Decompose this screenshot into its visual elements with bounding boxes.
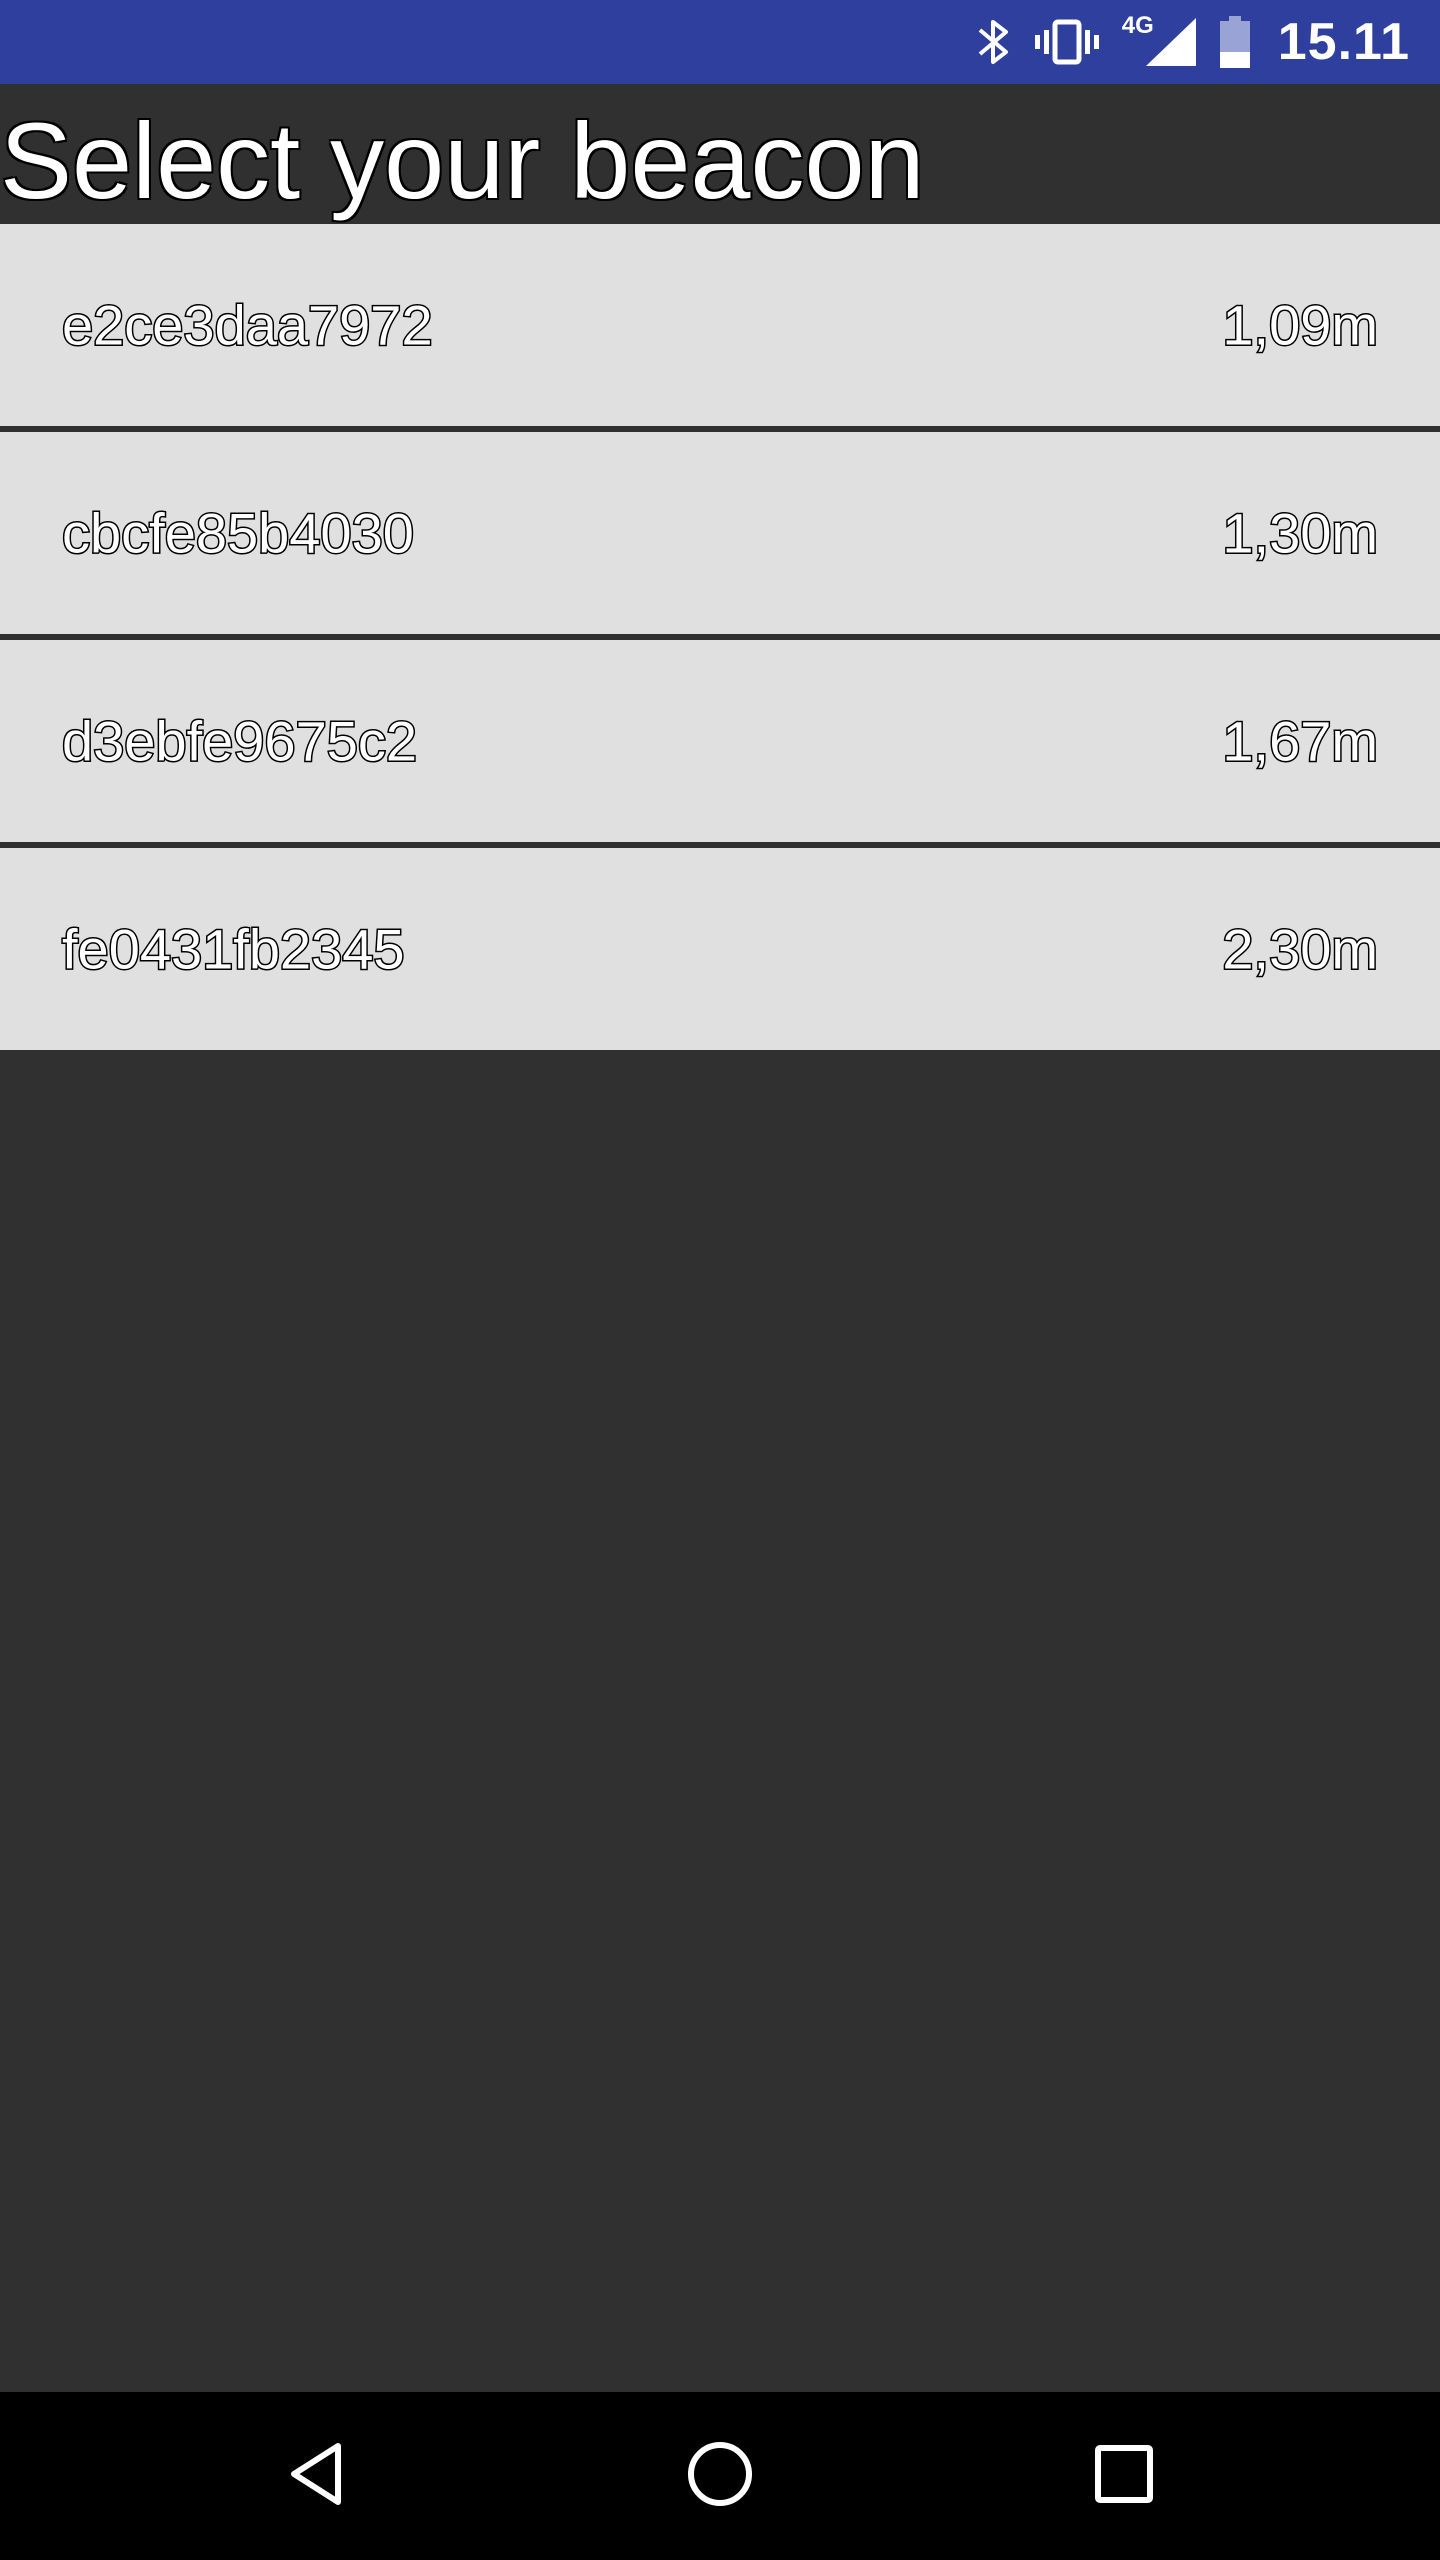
beacon-distance: 1,67m	[1221, 708, 1380, 774]
beacon-distance: 1,09m	[1221, 292, 1380, 358]
status-bar: 4G 15.11	[0, 0, 1440, 84]
beacon-id: d3ebfe9675c2	[60, 708, 418, 774]
list-item-beacon[interactable]: d3ebfe9675c2 1,67m	[0, 640, 1440, 842]
home-button[interactable]	[636, 2392, 804, 2560]
battery-icon	[1218, 16, 1252, 68]
recents-button[interactable]	[1040, 2392, 1208, 2560]
list-item-beacon[interactable]: e2ce3daa7972 1,09m	[0, 224, 1440, 426]
beacon-id: fe0431fb2345	[61, 916, 407, 982]
home-circle-icon	[686, 2440, 754, 2513]
back-triangle-icon	[286, 2440, 346, 2513]
list-item-beacon[interactable]: cbcfe85b4030 1,30m	[0, 432, 1440, 634]
page-title: Select your beacon	[0, 100, 925, 221]
beacon-distance: 2,30m	[1221, 916, 1380, 982]
navigation-bar	[0, 2392, 1440, 2560]
recents-square-icon	[1094, 2444, 1154, 2509]
bluetooth-icon	[976, 16, 1012, 68]
vibrate-icon	[1034, 18, 1100, 66]
title-bar: Select your beacon	[0, 84, 1440, 224]
list-item-beacon[interactable]: fe0431fb2345 2,30m	[0, 848, 1440, 1050]
beacon-distance: 1,30m	[1221, 500, 1380, 566]
cell-signal-icon: 4G	[1122, 12, 1196, 66]
network-type-label: 4G	[1121, 12, 1154, 39]
back-button[interactable]	[232, 2392, 400, 2560]
beacon-id: e2ce3daa7972	[61, 292, 435, 358]
beacon-list: e2ce3daa7972 1,09m cbcfe85b4030 1,30m d3…	[0, 224, 1440, 1050]
beacon-id: cbcfe85b4030	[61, 500, 416, 566]
status-time: 15.11	[1277, 13, 1410, 71]
